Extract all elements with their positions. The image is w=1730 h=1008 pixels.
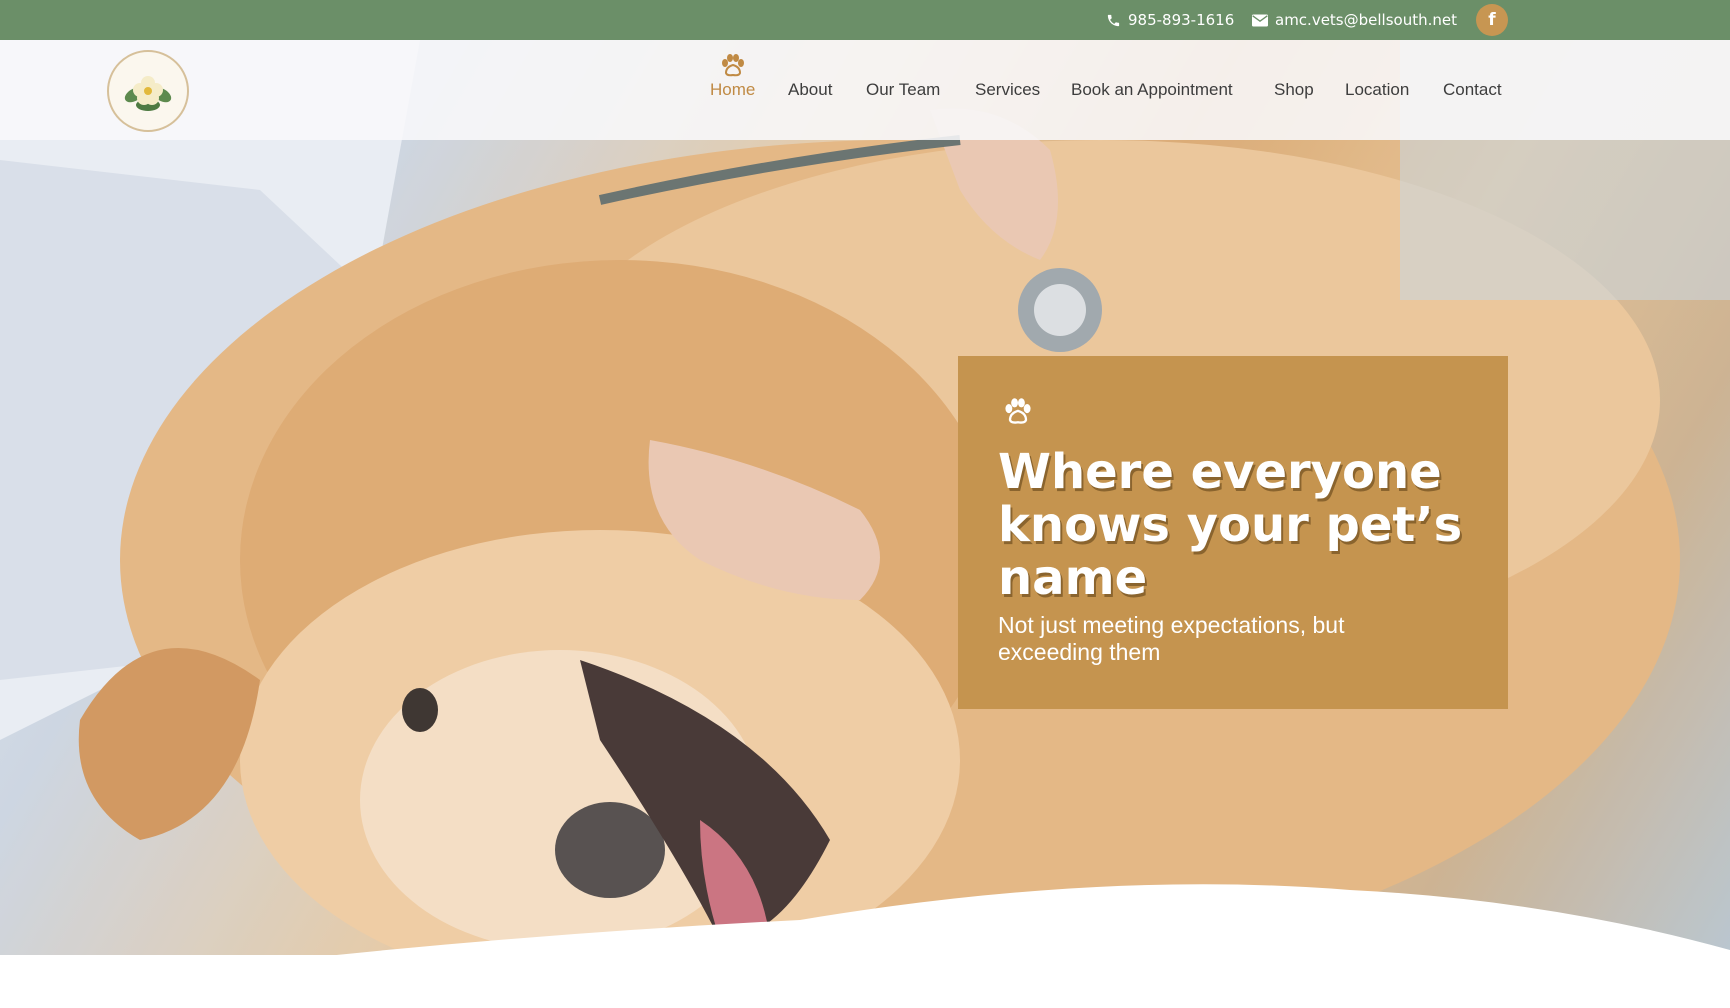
hero-title: Where everyone knows your pet’s name [998, 444, 1463, 606]
phone-number: 985-893-1616 [1128, 11, 1235, 29]
hero-subtitle: Not just meeting expectations, but excee… [998, 612, 1345, 665]
paw-icon [722, 54, 744, 77]
email-address: amc.vets@bellsouth.net [1275, 11, 1457, 29]
phone-icon [1107, 14, 1120, 26]
nav-shop[interactable]: Shop [1274, 80, 1314, 102]
envelope-icon [1252, 14, 1268, 26]
hero-callout: Where everyone knows your pet’s name Not… [958, 356, 1508, 709]
section-wave-divider [0, 884, 1730, 1008]
nav-location[interactable]: Location [1345, 80, 1409, 102]
nav-services[interactable]: Services [975, 80, 1040, 102]
nav-home[interactable]: Home [710, 80, 755, 102]
facebook-icon[interactable]: f [1476, 4, 1508, 36]
paw-icon [1005, 398, 1031, 424]
nav-about[interactable]: About [788, 80, 832, 102]
main-nav: Home About Our Team Services Book an App… [0, 40, 1730, 140]
site-header: Home About Our Team Services Book an App… [0, 40, 1730, 140]
top-bar: 985-893-1616 amc.vets@bellsouth.net f [0, 0, 1730, 40]
email-link[interactable]: amc.vets@bellsouth.net [1252, 0, 1457, 40]
facebook-letter: f [1488, 10, 1496, 30]
nav-contact[interactable]: Contact [1443, 80, 1502, 102]
nav-our-team[interactable]: Our Team [866, 80, 940, 102]
phone-link[interactable]: 985-893-1616 [1106, 0, 1234, 40]
nav-book-appointment[interactable]: Book an Appointment [1071, 80, 1233, 102]
